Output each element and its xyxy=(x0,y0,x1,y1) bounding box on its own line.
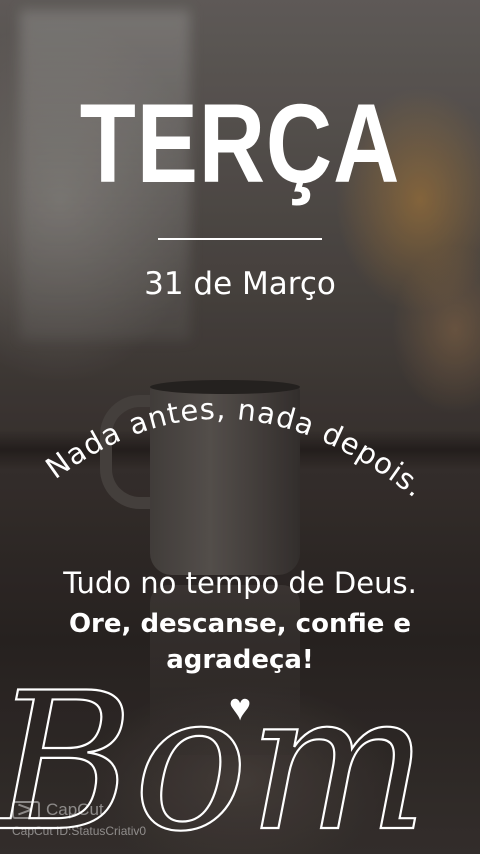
capcut-logo: CapCut xyxy=(12,800,146,820)
svg-text:Nada antes, nada depois.: Nada antes, nada depois. xyxy=(39,392,432,505)
capcut-id: CapCut ID:StatusCriativ0 xyxy=(12,824,147,838)
capcut-watermark: CapCut CapCut ID:StatusCriativ0 xyxy=(12,800,146,838)
capcut-brand: CapCut xyxy=(46,800,104,819)
faith-line: Tudo no tempo de Deus. xyxy=(63,566,417,600)
capcut-icon xyxy=(12,801,40,819)
arc-quote: Nada antes, nada depois. xyxy=(39,392,432,505)
arc-quote-text: Nada antes, nada depois. xyxy=(39,392,431,505)
